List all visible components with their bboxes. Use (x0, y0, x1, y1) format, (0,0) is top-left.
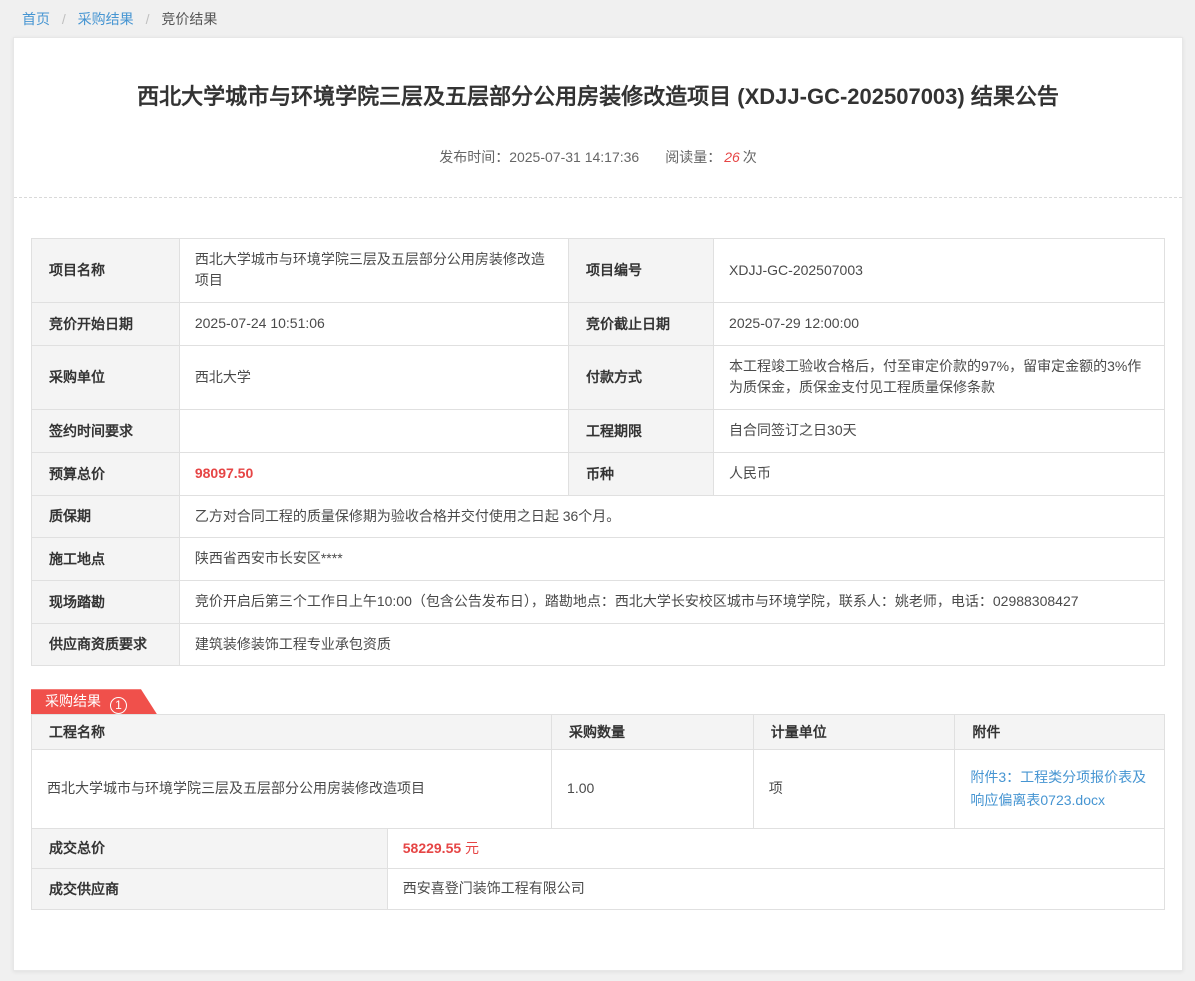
table-row: 成交总价 58229.55 元 (32, 828, 1165, 869)
table-row: 采购单位 西北大学 付款方式 本工程竣工验收合格后，付至审定价款的97%，留审定… (32, 345, 1165, 409)
supplier-qualification-label: 供应商资质要求 (32, 623, 180, 666)
publish-time-label: 发布时间： (439, 149, 509, 165)
page: 首页 / 采购结果 / 竞价结果 西北大学城市与环境学院三层及五层部分公用房装修… (0, 0, 1195, 981)
bid-end-value: 2025-07-29 12:00:00 (714, 303, 1165, 346)
breadcrumb-procurement-results-link[interactable]: 采购结果 (78, 11, 134, 27)
breadcrumb: 首页 / 采购结果 / 竞价结果 (0, 0, 1195, 37)
work-name-cell: 西北大学城市与环境学院三层及五层部分公用房装修改造项目 (32, 750, 552, 828)
site-visit-label: 现场踏勘 (32, 580, 180, 623)
result-count-badge: 1 (110, 697, 127, 714)
result-table-header-row: 工程名称 采购数量 计量单位 附件 (32, 715, 1165, 750)
signing-time-value (179, 410, 568, 453)
site-visit-value: 竞价开启后第三个工作日上午10:00（包含公告发布日），踏勘地点：西北大学长安校… (179, 580, 1164, 623)
table-row: 成交供应商 西安喜登门装饰工程有限公司 (32, 869, 1165, 910)
work-name-header: 工程名称 (32, 715, 552, 750)
procurement-result-tab-label: 采购结果 (45, 689, 101, 714)
procurement-result-table: 工程名称 采购数量 计量单位 附件 西北大学城市与环境学院三层及五层部分公用房装… (31, 714, 1165, 828)
breadcrumb-separator: / (146, 11, 150, 27)
table-row: 预算总价 98097.50 币种 人民币 (32, 452, 1165, 495)
page-title: 西北大学城市与环境学院三层及五层部分公用房装修改造项目 (XDJJ-GC-202… (91, 82, 1105, 112)
dashed-divider (14, 197, 1182, 198)
table-row: 签约时间要求 工程期限 自合同签订之日30天 (32, 410, 1165, 453)
supplier-qualification-value: 建筑装修装饰工程专业承包资质 (179, 623, 1164, 666)
result-summary-table: 成交总价 58229.55 元 成交供应商 西安喜登门装饰工程有限公司 (31, 828, 1165, 910)
warranty-label: 质保期 (32, 495, 180, 538)
breadcrumb-home-link[interactable]: 首页 (22, 11, 50, 27)
project-info-table: 项目名称 西北大学城市与环境学院三层及五层部分公用房装修改造项目 项目编号 XD… (31, 238, 1165, 667)
quantity-header: 采购数量 (552, 715, 754, 750)
project-code-value: XDJJ-GC-202507003 (714, 238, 1165, 302)
table-row: 竞价开始日期 2025-07-24 10:51:06 竞价截止日期 2025-0… (32, 303, 1165, 346)
warranty-value: 乙方对合同工程的质量保修期为验收合格并交付使用之日起 36个月。 (179, 495, 1164, 538)
deal-total-price-label: 成交总价 (32, 828, 388, 869)
project-name-value: 西北大学城市与环境学院三层及五层部分公用房装修改造项目 (179, 238, 568, 302)
quantity-cell: 1.00 (552, 750, 754, 828)
deal-total-price-value: 58229.55 元 (387, 828, 1164, 869)
views-unit: 次 (743, 149, 757, 165)
budget-amount: 98097.50 (195, 465, 253, 481)
publish-meta: 发布时间：2025-07-31 14:17:36 阅读量：26次 (31, 147, 1165, 167)
bid-start-label: 竞价开始日期 (32, 303, 180, 346)
signing-time-label: 签约时间要求 (32, 410, 180, 453)
project-duration-label: 工程期限 (569, 410, 714, 453)
winning-supplier-value: 西安喜登门装饰工程有限公司 (387, 869, 1164, 910)
unit-header: 计量单位 (753, 715, 955, 750)
attachment-cell: 附件3：工程类分项报价表及响应偏离表0723.docx (955, 750, 1165, 828)
payment-method-value: 本工程竣工验收合格后，付至审定价款的97%，留审定金额的3%作为质保金，质保金支… (714, 345, 1165, 409)
unit-cell: 项 (753, 750, 955, 828)
views-label: 阅读量： (665, 149, 721, 165)
publish-time-value: 2025-07-31 14:17:36 (509, 149, 639, 165)
bid-start-value: 2025-07-24 10:51:06 (179, 303, 568, 346)
bid-end-label: 竞价截止日期 (569, 303, 714, 346)
project-code-label: 项目编号 (569, 238, 714, 302)
budget-total-value: 98097.50 (179, 452, 568, 495)
attachment-header: 附件 (955, 715, 1165, 750)
winning-supplier-label: 成交供应商 (32, 869, 388, 910)
construction-site-label: 施工地点 (32, 538, 180, 581)
attachment-download-link[interactable]: 附件3：工程类分项报价表及响应偏离表0723.docx (970, 769, 1146, 808)
announcement-card: 西北大学城市与环境学院三层及五层部分公用房装修改造项目 (XDJJ-GC-202… (13, 37, 1183, 971)
project-name-label: 项目名称 (32, 238, 180, 302)
deal-amount: 58229.55 (403, 840, 461, 856)
project-duration-value: 自合同签订之日30天 (714, 410, 1165, 453)
purchaser-label: 采购单位 (32, 345, 180, 409)
currency-label: 币种 (569, 452, 714, 495)
table-row: 项目名称 西北大学城市与环境学院三层及五层部分公用房装修改造项目 项目编号 XD… (32, 238, 1165, 302)
breadcrumb-current-page: 竞价结果 (161, 11, 217, 27)
purchaser-value: 西北大学 (179, 345, 568, 409)
table-row: 施工地点 陕西省西安市长安区**** (32, 538, 1165, 581)
procurement-result-tab: 采购结果 1 (31, 689, 157, 714)
breadcrumb-separator: / (62, 11, 66, 27)
table-row: 质保期 乙方对合同工程的质量保修期为验收合格并交付使用之日起 36个月。 (32, 495, 1165, 538)
views-count: 26 (724, 149, 740, 165)
construction-site-value: 陕西省西安市长安区**** (179, 538, 1164, 581)
deal-amount-unit: 元 (465, 840, 479, 856)
result-table-row: 西北大学城市与环境学院三层及五层部分公用房装修改造项目 1.00 项 附件3：工… (32, 750, 1165, 828)
currency-value: 人民币 (714, 452, 1165, 495)
table-row: 供应商资质要求 建筑装修装饰工程专业承包资质 (32, 623, 1165, 666)
table-row: 现场踏勘 竞价开启后第三个工作日上午10:00（包含公告发布日），踏勘地点：西北… (32, 580, 1165, 623)
budget-total-label: 预算总价 (32, 452, 180, 495)
payment-method-label: 付款方式 (569, 345, 714, 409)
